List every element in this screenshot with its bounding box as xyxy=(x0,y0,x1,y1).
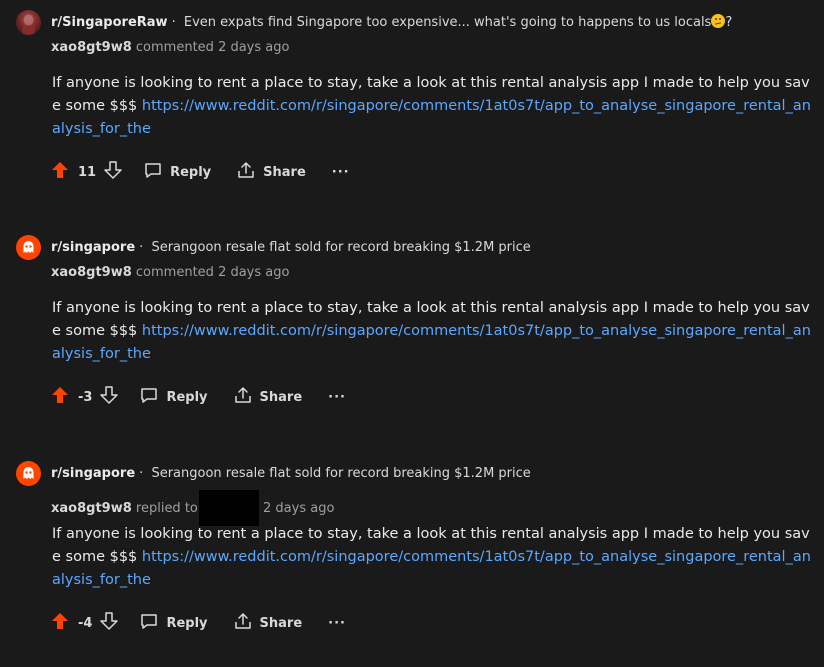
author-link[interactable]: xao8gt9w8 xyxy=(51,265,132,280)
comment-meta: xao8gt9w8 commented 2 days ago xyxy=(51,264,289,281)
downvote-icon[interactable] xyxy=(104,161,122,183)
comment-header: r/SingaporeRaw · Even expats find Singapo… xyxy=(51,14,732,31)
share-button[interactable]: Share xyxy=(234,612,303,634)
post-title-link[interactable]: Serangoon resale flat sold for record br… xyxy=(151,466,530,481)
subreddit-link[interactable]: r/SingaporeRaw xyxy=(51,15,168,30)
separator-dot: · xyxy=(139,466,144,481)
comment-bubble-icon xyxy=(144,161,162,183)
comment-bubble-icon xyxy=(140,386,158,408)
share-button[interactable]: Share xyxy=(234,386,303,408)
timestamp: 2 days ago xyxy=(218,40,290,55)
timestamp: 2 days ago xyxy=(218,265,290,280)
comment-bubble-icon xyxy=(140,612,158,634)
comment-body: If anyone is looking to rent a place to … xyxy=(52,72,814,141)
comment-meta: xao8gt9w8 replied to 2 days ago xyxy=(51,490,334,526)
downvote-icon[interactable] xyxy=(100,612,119,634)
reply-label: Reply xyxy=(166,389,208,405)
post-title-text: Even expats find Singapore too expensive… xyxy=(183,15,712,30)
share-icon xyxy=(237,161,255,183)
comment-actions: 11 Reply Share ··· xyxy=(51,160,350,184)
action-text: commented xyxy=(135,265,214,280)
comment-actions: -3 Reply Share ··· xyxy=(51,385,346,409)
post-title-suffix: ? xyxy=(725,15,733,30)
share-icon xyxy=(234,386,252,408)
downvote-icon[interactable] xyxy=(100,386,119,408)
reddit-snoo-icon[interactable] xyxy=(16,461,41,486)
action-text: replied to xyxy=(135,501,198,516)
share-icon xyxy=(234,612,252,634)
reply-button[interactable]: Reply xyxy=(140,612,208,634)
reply-label: Reply xyxy=(166,615,208,631)
vote-count: -3 xyxy=(78,389,93,405)
confused-face-emoji-icon xyxy=(711,14,726,28)
upvote-icon[interactable] xyxy=(51,386,69,408)
comment-actions: -4 Reply Share ··· xyxy=(51,611,346,635)
timestamp: 2 days ago xyxy=(263,501,335,516)
post-title-link[interactable]: Even expats find Singapore too expensive… xyxy=(183,14,733,30)
more-options-button[interactable]: ··· xyxy=(328,390,346,405)
author-link[interactable]: xao8gt9w8 xyxy=(51,501,132,516)
subreddit-link[interactable]: r/singapore xyxy=(51,466,135,481)
post-title-link[interactable]: Serangoon resale flat sold for record br… xyxy=(151,240,530,255)
reply-label: Reply xyxy=(170,164,212,180)
separator-dot: · xyxy=(139,240,144,255)
reddit-snoo-icon[interactable] xyxy=(16,235,41,260)
share-label: Share xyxy=(263,164,306,180)
comment-header: r/singapore · Serangoon resale flat sold … xyxy=(51,239,531,256)
redacted-username xyxy=(198,490,259,526)
subreddit-link[interactable]: r/singapore xyxy=(51,240,135,255)
more-options-button[interactable]: ··· xyxy=(328,616,346,631)
comment-body: If anyone is looking to rent a place to … xyxy=(52,297,814,366)
comment-link[interactable]: https://www.reddit.com/r/singapore/comme… xyxy=(52,549,811,588)
comment-header: r/singapore · Serangoon resale flat sold … xyxy=(51,465,531,482)
share-label: Share xyxy=(259,389,303,405)
share-button[interactable]: Share xyxy=(237,161,306,183)
subreddit-avatar-icon[interactable] xyxy=(16,10,41,35)
action-text: commented xyxy=(135,40,214,55)
more-options-button[interactable]: ··· xyxy=(332,165,350,180)
separator-dot: · xyxy=(171,15,176,30)
vote-count: -4 xyxy=(78,615,93,631)
comment-body: If anyone is looking to rent a place to … xyxy=(52,523,814,592)
share-label: Share xyxy=(259,615,303,631)
author-link[interactable]: xao8gt9w8 xyxy=(51,40,132,55)
vote-count: 11 xyxy=(78,164,97,180)
upvote-icon[interactable] xyxy=(51,161,69,183)
comment-link[interactable]: https://www.reddit.com/r/singapore/comme… xyxy=(52,323,811,362)
comment-meta: xao8gt9w8 commented 2 days ago xyxy=(51,39,289,56)
comment-link[interactable]: https://www.reddit.com/r/singapore/comme… xyxy=(52,98,811,137)
reply-button[interactable]: Reply xyxy=(144,161,211,183)
reply-button[interactable]: Reply xyxy=(140,386,208,408)
upvote-icon[interactable] xyxy=(51,612,69,634)
